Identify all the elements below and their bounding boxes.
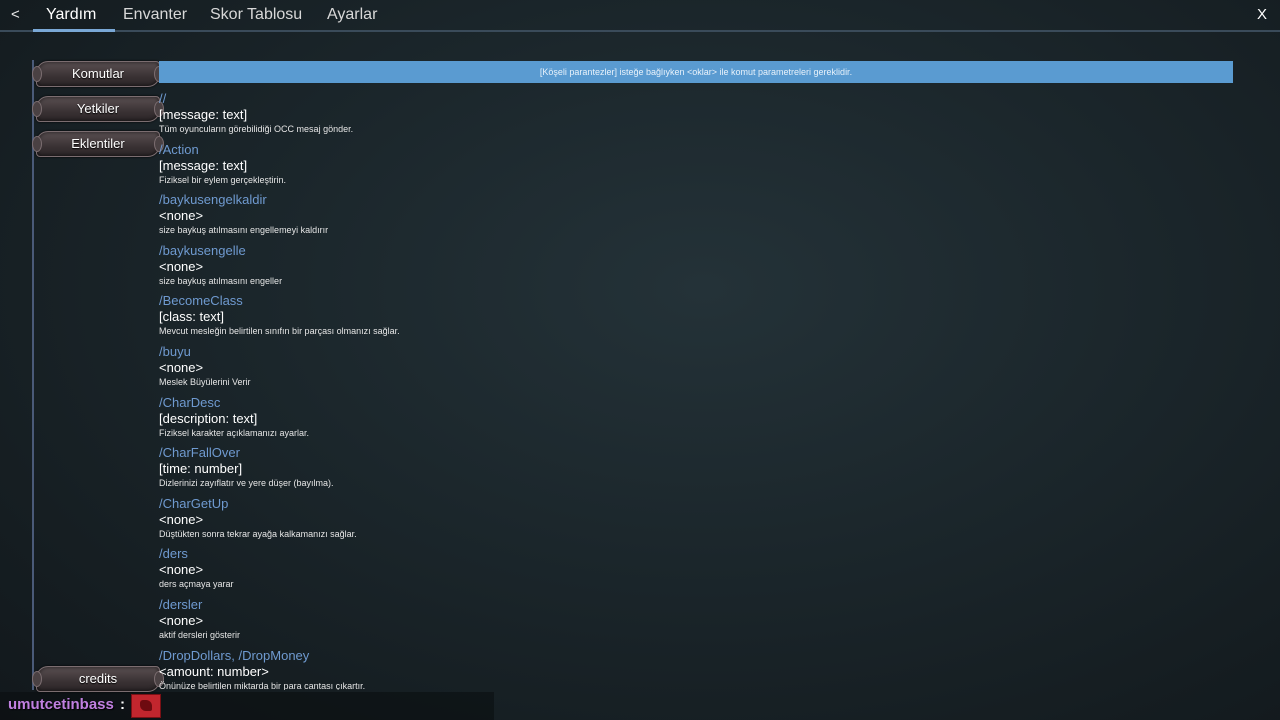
chat-separator: :: [120, 696, 125, 713]
command-name[interactable]: /ders: [159, 545, 1229, 561]
command-params: <none>: [159, 511, 204, 527]
command-params: [time: number]: [159, 461, 243, 477]
command-params: <amount: number>: [159, 663, 269, 679]
command-name[interactable]: /dersler: [159, 596, 1229, 612]
command-item: /CharGetUp <none> Düştükten sonra tekrar a…: [159, 495, 1229, 546]
command-list[interactable]: //[message: text] Tüm oyuncuların görebil…: [159, 90, 1229, 690]
command-description: aktif dersleri gösterir: [159, 629, 241, 640]
red-emote-icon: [131, 694, 161, 718]
command-description: Önünüze belirtilen miktarda bir para can…: [159, 680, 366, 690]
close-button[interactable]: X: [1257, 6, 1267, 23]
command-params: <none>: [159, 208, 204, 224]
command-description: Fiziksel karakter açıklamanızı ayarlar.: [159, 427, 310, 438]
command-item: /baykusengelkaldir <none> size baykuş atıl…: [159, 191, 1229, 242]
command-description: size baykuş atılmasını engeller: [159, 275, 283, 286]
tab-skor-tablosu[interactable]: Skor Tablosu: [210, 6, 302, 24]
command-name[interactable]: /baykusengelle: [159, 242, 1229, 258]
command-description: Dizlerinizi zayıflatır ve yere düşer (ba…: [159, 478, 334, 489]
sidebar-button-eklentiler[interactable]: Eklentiler: [32, 131, 164, 157]
top-nav-divider: [0, 30, 1280, 32]
command-description: Düştükten sonra tekrar ayağa kalkamanızı…: [159, 528, 357, 539]
top-nav-bar: < Yardım Envanter Skor Tablosu Ayarlar X: [0, 0, 1280, 32]
command-item: //[message: text] Tüm oyuncuların görebil…: [159, 90, 1229, 141]
command-name[interactable]: /Action: [159, 141, 1229, 157]
command-params: [description: text]: [159, 410, 258, 426]
command-name[interactable]: /buyu: [159, 343, 1229, 359]
command-params: [class: text]: [159, 309, 225, 325]
command-item: /DropDollars, /DropMoney <amount: number>…: [159, 647, 1229, 690]
command-name[interactable]: //: [159, 90, 1229, 106]
sidebar-frame-line: [32, 60, 34, 690]
command-name[interactable]: /baykusengelkaldir: [159, 191, 1229, 207]
command-item: /baykusengelle <none> size baykuş atılması…: [159, 242, 1229, 293]
command-description: Tüm oyuncuların görebilidiği OCC mesaj g…: [159, 124, 354, 134]
command-description: size baykuş atılmasını engellemeyi kaldı…: [159, 225, 329, 236]
info-banner: [Köşeli parantezler] isteğe bağlıyken <o…: [159, 61, 1233, 83]
command-description: Meslek Büyülerini Verir: [159, 376, 251, 387]
active-tab-indicator: [33, 29, 115, 32]
command-name[interactable]: /BecomeClass: [159, 292, 1229, 308]
command-params: <none>: [159, 258, 204, 274]
command-params: <none>: [159, 359, 204, 375]
credits-button[interactable]: credits: [32, 666, 164, 692]
tab-yardim[interactable]: Yardım: [46, 6, 96, 24]
command-item: /dersler <none> aktif dersleri gösterir: [159, 596, 1229, 647]
chat-username: umutcetinbass: [8, 696, 114, 713]
command-params: [message: text]: [159, 107, 248, 122]
command-description: Fiziksel bir eylem gerçekleştirin.: [159, 174, 287, 185]
command-item: /CharFallOver [time: number] Dizlerinizi z…: [159, 444, 1229, 495]
command-name[interactable]: /CharGetUp: [159, 495, 1229, 511]
command-item: /buyu <none> Meslek Büyülerini Verir: [159, 343, 1229, 394]
command-name[interactable]: /CharDesc: [159, 394, 1229, 410]
command-item: /ders <none> ders açmaya yarar: [159, 545, 1229, 596]
sidebar-button-komutlar[interactable]: Komutlar: [32, 61, 164, 87]
command-params: <none>: [159, 562, 204, 578]
command-name[interactable]: /DropDollars, /DropMoney: [159, 647, 1229, 663]
tab-envanter[interactable]: Envanter: [123, 6, 187, 24]
sidebar-button-yetkiler[interactable]: Yetkiler: [32, 96, 164, 122]
command-description: Mevcut mesleğin belirtilen sınıfın bir p…: [159, 326, 400, 337]
command-params: <none>: [159, 612, 204, 628]
command-name[interactable]: /CharFallOver: [159, 444, 1229, 460]
command-item: /Action [message: text] Fiziksel bir eylem…: [159, 141, 1229, 192]
back-button[interactable]: <: [11, 6, 20, 23]
command-item: /BecomeClass [class: text] Mevcut mesleğin…: [159, 292, 1229, 343]
command-description: ders açmaya yarar: [159, 579, 234, 590]
tab-ayarlar[interactable]: Ayarlar: [327, 6, 377, 24]
command-params: [message: text]: [159, 157, 248, 173]
command-item: /CharDesc [description: text] Fiziksel kar…: [159, 394, 1229, 445]
